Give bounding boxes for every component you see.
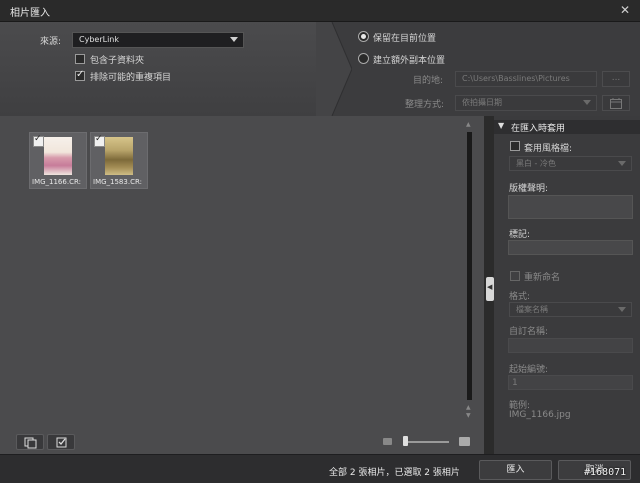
deselect-all-button[interactable] [16, 434, 44, 450]
include-subfolders-checkbox[interactable] [75, 54, 85, 64]
copyright-input[interactable] [508, 195, 633, 219]
selection-status: 全部 2 張相片，已選取 2 張相片 [329, 468, 460, 478]
include-subfolders-label: 包含子資料夾 [90, 56, 145, 66]
target-path-value: C:\Users\Basslines\Pictures [462, 74, 570, 83]
zoom-slider[interactable] [403, 441, 449, 443]
check-icon [56, 437, 67, 448]
start-number-label: 起始編號: [509, 365, 549, 375]
apply-preset-label: 套用風格檔: [524, 144, 573, 154]
rename-label: 重新命名 [524, 273, 561, 283]
section-arrow-divider [316, 22, 352, 116]
exclude-duplicates-checkbox[interactable] [75, 69, 85, 81]
thumbnail-item[interactable]: IMG_1583.CR: [90, 132, 148, 189]
title-bar: 相片匯入 ✕ [0, 0, 640, 22]
copy-icon [24, 437, 37, 449]
import-options-panel: 來源: CyberLink 包含子資料夾 排除可能的重複項目 保留在目前位置 建… [0, 22, 640, 116]
source-dropdown[interactable]: CyberLink [72, 32, 244, 48]
format-dropdown[interactable]: 檔案名稱 [509, 302, 632, 317]
start-number-input[interactable]: 1 [508, 375, 633, 390]
calendar-button[interactable] [602, 95, 630, 111]
tags-input[interactable] [508, 240, 633, 255]
panel-header[interactable]: ▼ 在匯入時套用 [494, 120, 640, 134]
copyright-label: 版權聲明: [509, 184, 549, 194]
thumbnail-filename: IMG_1583.CR: [93, 178, 142, 186]
calendar-icon [610, 98, 622, 109]
rename-checkbox[interactable] [510, 271, 520, 281]
thumbnail-item[interactable]: IMG_1166.CR: [29, 132, 87, 189]
photo-thumbnail-1 [44, 137, 72, 175]
close-icon[interactable]: ✕ [618, 3, 632, 17]
chevron-down-icon [618, 307, 626, 312]
import-button[interactable]: 匯入 [479, 460, 552, 480]
small-thumbnail-icon [383, 438, 392, 445]
tags-label: 標記: [509, 230, 531, 240]
target-path-field[interactable]: C:\Users\Basslines\Pictures [455, 71, 597, 87]
preset-dropdown[interactable]: 黑白 - 冷色 [509, 156, 632, 171]
scroll-down-icon[interactable]: ▼ [466, 412, 471, 419]
thumbnail-checkbox[interactable] [33, 134, 44, 147]
source-value: CyberLink [79, 35, 119, 44]
keep-location-radio[interactable] [358, 31, 369, 42]
example-value: IMG_1166.jpg [509, 410, 571, 420]
select-all-button[interactable] [47, 434, 75, 450]
photo-thumbnail-2 [105, 137, 133, 175]
source-label: 來源: [40, 37, 62, 47]
organize-label: 整理方式: [405, 100, 445, 110]
panel-collapse-tab[interactable]: ◀ [486, 277, 494, 301]
chevron-down-icon [230, 37, 238, 42]
organize-dropdown[interactable]: 依拍攝日期 [455, 95, 597, 111]
thumbnail-filename: IMG_1166.CR: [32, 178, 81, 186]
custom-name-label: 自訂名稱: [509, 327, 549, 337]
panel-header-label: 在匯入時套用 [511, 124, 566, 134]
format-label: 格式: [509, 292, 531, 302]
preset-value: 黑白 - 冷色 [516, 159, 556, 168]
organize-value: 依拍攝日期 [462, 98, 502, 107]
watermark-text: #168071 [584, 467, 627, 478]
window-title: 相片匯入 [10, 8, 50, 19]
scroll-up-icon[interactable]: ▲ [466, 121, 471, 128]
apply-preset-checkbox[interactable] [510, 141, 520, 151]
keep-location-label: 保留在目前位置 [373, 34, 437, 44]
chevron-left-icon: ◀ [487, 283, 493, 291]
browse-button[interactable]: ... [602, 71, 630, 87]
format-value: 檔案名稱 [516, 305, 548, 314]
custom-name-input[interactable] [508, 338, 633, 353]
zoom-slider-handle[interactable] [403, 436, 408, 446]
large-thumbnail-icon [459, 437, 470, 446]
vertical-scrollbar[interactable] [467, 132, 472, 400]
chevron-down-icon [583, 100, 591, 105]
chevron-down-icon [618, 161, 626, 166]
create-copy-label: 建立額外副本位置 [373, 56, 446, 66]
target-label: 目的地: [413, 76, 444, 86]
collapse-triangle-icon: ▼ [498, 121, 505, 130]
create-copy-radio[interactable] [358, 53, 369, 64]
exclude-duplicates-label: 排除可能的重複項目 [90, 73, 172, 83]
thumbnail-checkbox[interactable] [94, 134, 105, 147]
scroll-up-icon[interactable]: ▲ [466, 404, 471, 411]
